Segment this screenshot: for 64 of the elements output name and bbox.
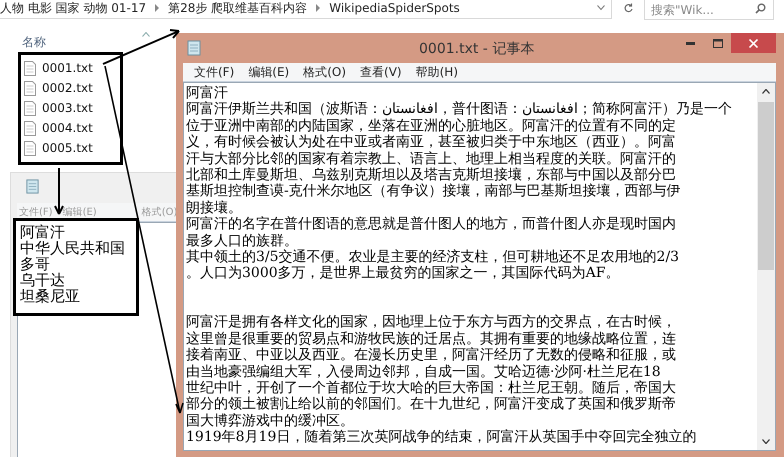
file-item[interactable]: 0003.txt — [24, 98, 93, 118]
text-line: 阿富汗的名字在普什图语的意思就是普什图人的地方，而普什图人亦是现时国内 — [186, 216, 677, 233]
text-line: 坦桑尼亚 — [20, 288, 81, 304]
chevron-down-icon — [762, 439, 770, 444]
file-item[interactable]: 0002.txt — [24, 78, 93, 98]
text-line: 世纪中叶，开创了一个首都位于坎大哈的巨大帝国：杜兰尼王朝。随后，帝国大 — [186, 380, 677, 396]
text-line: 。人口为3000多万，是世界上最贫穷的国家之一，其国际代码为AF。 — [186, 265, 620, 282]
menu-item[interactable]: 文件(F) — [187, 64, 242, 80]
text-line: 国大博弈游戏中的缓冲区。 — [186, 412, 355, 429]
text-file-icon — [24, 100, 36, 116]
search-icon — [755, 2, 766, 14]
chevron-right-icon — [315, 4, 322, 12]
text-line: 义，有时候会被认为处在中亚或者南亚，甚至被归类于中东地区（西亚）。阿富 — [186, 134, 677, 151]
menu-item[interactable]: 帮助(H) — [408, 64, 465, 80]
text-line: 其中领土的3/5交通不便。农业是主要的经济支柱，但可耕地还不足农用地的2/3 — [186, 248, 680, 265]
breadcrumb-item[interactable]: 人物 电影 国家 动物 01-17 — [0, 0, 146, 16]
text-line: 多哥 — [20, 256, 50, 272]
text-line: 北部和土库曼斯坦、乌兹别克斯坦以及塔吉克斯坦接壤，东部与中国以及部分巴 — [186, 166, 677, 183]
text-line: 阿富汗伊斯兰共和国（波斯语：افغانستان，普什图语：افغانستان；简称阿富汗）乃是一个 — [186, 101, 733, 118]
file-item[interactable]: 0001.txt — [24, 58, 93, 78]
window-title: 0001.txt - 记事本 — [419, 40, 534, 58]
text-line: 基斯坦控制查谟-克什米尔地区（有争议）接壤，南部与巴基斯坦接壤，西部与伊 — [186, 183, 682, 200]
text-line: 阿富汗 — [20, 224, 66, 240]
arrow — [54, 168, 64, 215]
chevron-down-icon — [597, 5, 605, 11]
sort-caret-icon — [142, 32, 150, 37]
chevron-right-icon — [154, 4, 160, 12]
text-line: 部分的领土被割让给以前的邻国们。在十九世纪，阿富汗变成了英国和俄罗斯帝 — [186, 396, 677, 413]
chevron-up-icon — [762, 89, 770, 94]
text-file-icon — [24, 140, 36, 156]
text-line: 中华人民共和国 — [20, 240, 126, 256]
scrollbar[interactable] — [757, 83, 775, 450]
text-line: 阿富汗 — [186, 85, 229, 101]
breadcrumb-item[interactable]: 第28步 爬取维基百科内容 — [168, 0, 308, 16]
text-line: 朗接壤。 — [186, 200, 243, 216]
text-file-icon — [24, 120, 36, 136]
search-field[interactable]: 搜索"Wik... — [644, 0, 774, 20]
text-line: 乌干达 — [20, 272, 66, 288]
text-line: 阿富汗是拥有各样文化的国家，因地理上位于东方与西方的交界点，在古时候， — [186, 314, 677, 331]
text-line: 由当地豪强编组大军，入侵周边邻邦，自成一国。艾哈迈德·沙阿·杜兰尼在18 — [186, 364, 662, 380]
text-line: 最多人口的族群。 — [186, 232, 299, 249]
address-bar[interactable]: 人物 电影 国家 动物 01-17 第28步 爬取维基百科内容 WikipediaSpiderSpots — [0, 0, 612, 18]
text-line: 1919年8月19日，随着第三次英阿战争的结束，阿富汗从英国手中夺回完全独立的 — [186, 429, 698, 446]
column-header[interactable]: 名称 — [22, 34, 46, 50]
menu-item[interactable]: 查看(V) — [353, 64, 409, 80]
text-line: 接着南亚、中亚以及西亚。在漫长历史里，阿富汗经历了无数的侵略和征服，或 — [186, 347, 677, 364]
maximize-icon — [712, 38, 722, 48]
text-line: 这里曾是很重要的贸易点和游牧民族的迁居点。其拥有重要的地缘战略位置，连 — [186, 330, 677, 347]
breadcrumb-item[interactable]: WikipediaSpiderSpots — [329, 1, 460, 15]
close-icon — [749, 38, 758, 48]
close-button[interactable] — [731, 33, 776, 53]
notepad-icon — [187, 40, 201, 56]
text-file-icon — [24, 80, 36, 96]
file-item[interactable]: 0005.txt — [24, 138, 93, 158]
scroll-thumb[interactable] — [758, 102, 774, 270]
refresh-icon — [622, 3, 634, 14]
menu-item[interactable]: 格式(O) — [296, 64, 354, 80]
file-item[interactable]: 0004.txt — [24, 118, 93, 138]
text-line: 位于亚洲中南部的内陆国家，坐落在亚洲的心脏地区。阿富汗的位置有不同的定 — [186, 118, 677, 134]
text-line: 汗与大部分比邻的国家有着宗教上、语言上、地理上相当程度的关联。阿富汗的 — [186, 150, 677, 167]
minimize-icon — [686, 42, 695, 44]
text-file-icon — [24, 60, 36, 76]
notepad-icon — [25, 178, 40, 194]
menu-item[interactable]: 编辑(E) — [241, 64, 296, 80]
